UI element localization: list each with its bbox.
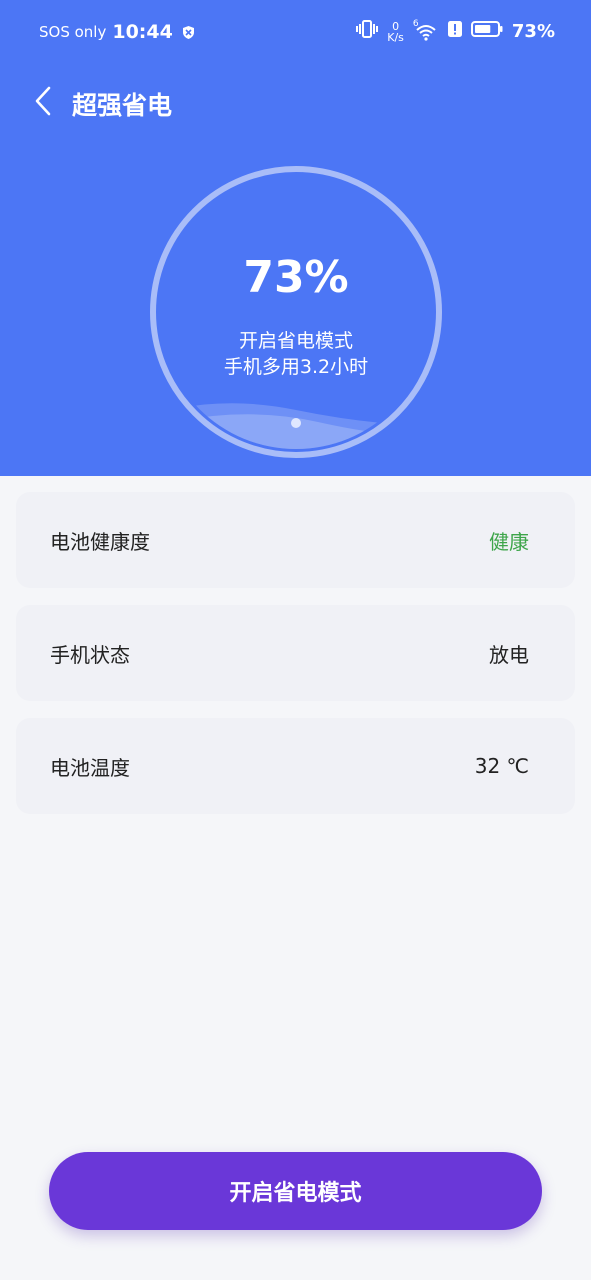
- page-title: 超强省电: [72, 91, 173, 120]
- gauge-extra-time-text: 手机多用3.2小时: [223, 356, 369, 378]
- nav-bar: 超强省电: [0, 80, 591, 126]
- card-value: 32 ℃: [474, 754, 529, 778]
- net-speed-value: 0: [392, 19, 400, 33]
- status-left: SOS only 10:44: [39, 21, 196, 43]
- wifi-icon: 6: [413, 19, 439, 42]
- card-value: 健康: [489, 529, 529, 554]
- sos-text: SOS only: [39, 23, 107, 41]
- enable-power-saving-button[interactable]: 开启省电模式: [49, 1152, 542, 1230]
- status-bar: SOS only 10:44 0 K/s 6 73%: [0, 0, 591, 66]
- card-label: 电池健康度: [50, 529, 150, 554]
- card-label: 手机状态: [50, 642, 130, 667]
- card-value: 放电: [489, 642, 529, 667]
- shield-icon: [181, 25, 196, 40]
- chevron-left-icon: [34, 85, 52, 121]
- battery-gauge: 73% 开启省电模式 手机多用3.2小时: [148, 164, 444, 460]
- network-speed: 0 K/s: [387, 21, 404, 43]
- net-speed-unit: K/s: [387, 30, 404, 44]
- alert-icon: [447, 20, 462, 43]
- gauge-indicator-dot: [291, 418, 301, 428]
- card-phone-status: 手机状态 放电: [16, 605, 575, 701]
- card-battery-health: 电池健康度 健康: [16, 492, 575, 588]
- vibrate-icon: [356, 19, 379, 44]
- battery-icon: [470, 20, 503, 43]
- gauge-mode-text: 开启省电模式: [238, 330, 353, 352]
- back-button[interactable]: [26, 84, 60, 122]
- gauge-percent: 73%: [243, 252, 349, 303]
- card-label: 电池温度: [50, 755, 130, 780]
- header: SOS only 10:44 0 K/s 6 73% 超强省电 73% 开启省电…: [0, 0, 591, 476]
- page: SOS only 10:44 0 K/s 6 73% 超强省电 73% 开启省电…: [0, 0, 591, 1280]
- battery-percent: 73%: [511, 21, 555, 42]
- clock: 10:44: [112, 21, 173, 43]
- status-right: 0 K/s 6 73%: [356, 19, 555, 44]
- card-battery-temperature: 电池温度 32 ℃: [16, 718, 575, 814]
